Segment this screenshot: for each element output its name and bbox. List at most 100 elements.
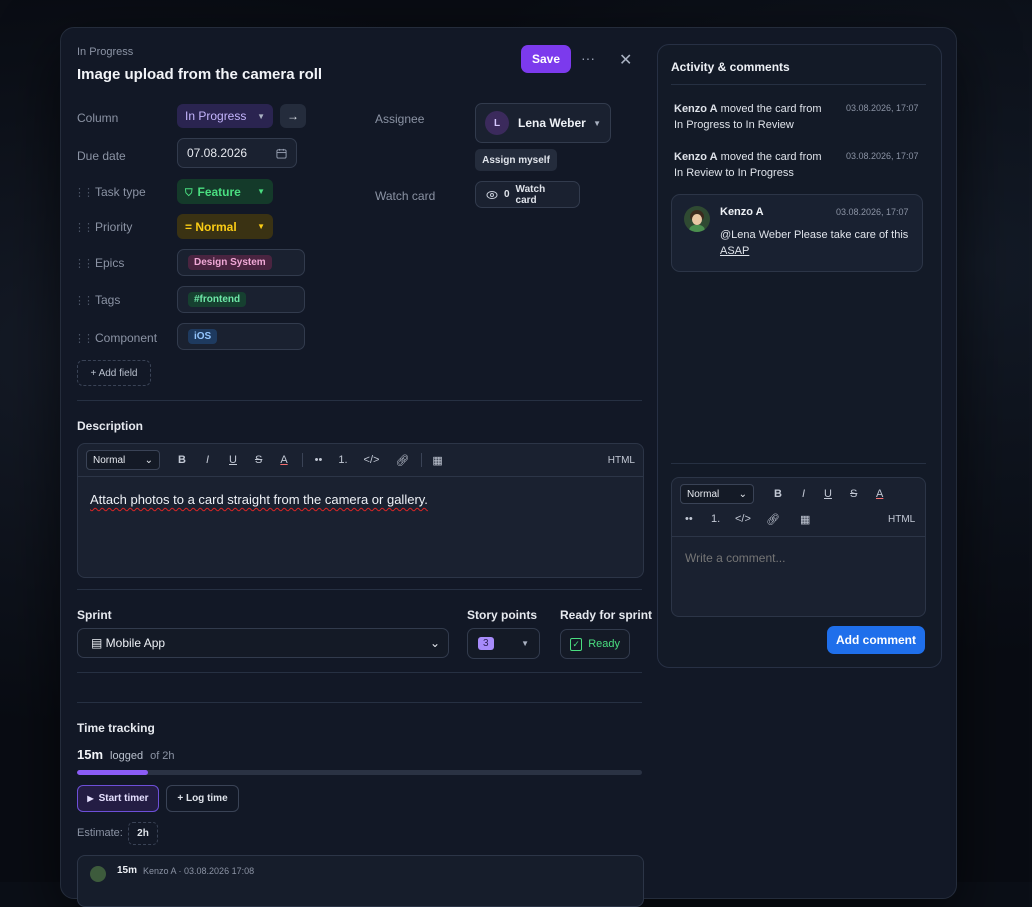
drag-handle-icon[interactable]: ⋮⋮ [74, 295, 94, 307]
priority-label: ⋮⋮ Priority [74, 220, 133, 234]
drag-handle-icon[interactable]: ⋮⋮ [74, 187, 94, 199]
italic-icon[interactable]: I [802, 488, 805, 500]
component-field[interactable]: iOS [177, 323, 305, 350]
html-toggle[interactable]: HTML [608, 455, 635, 466]
assign-myself-button[interactable]: Assign myself [475, 149, 557, 171]
underline-icon[interactable]: U [229, 454, 237, 466]
watch-card-button[interactable]: 0 Watch card [475, 181, 580, 208]
column-label: Column [77, 111, 119, 125]
code-icon[interactable]: </> [735, 513, 751, 525]
time-tracking-title: Time tracking [77, 721, 155, 735]
task-type-select[interactable]: ⛉ Feature ▼ [177, 179, 273, 204]
chevron-down-icon: ▼ [593, 118, 601, 128]
code-icon[interactable]: </> [364, 454, 380, 466]
component-chip[interactable]: iOS [188, 329, 218, 344]
time-logged-summary: 15m logged of 2h [77, 747, 175, 762]
epics-field[interactable]: Design System [177, 249, 305, 276]
component-label: ⋮⋮ Component [74, 331, 158, 345]
link-icon[interactable]: 🔗︎ [766, 513, 780, 526]
strikethrough-icon[interactable]: S [255, 454, 262, 466]
task-type-value: Feature [197, 184, 241, 199]
comment-editor: Normal ⌄ B I U S A •• 1. </> 🔗︎ ▦ HTML [671, 477, 926, 617]
add-field-button[interactable]: + Add field [77, 360, 151, 386]
estimate-label: Estimate: [77, 827, 123, 839]
comment-card: Kenzo A 03.08.2026, 17:07 @Lena Weber Pl… [671, 194, 923, 272]
table-icon[interactable]: ▦ [800, 513, 810, 526]
bullet-list-icon[interactable]: •• [315, 454, 323, 466]
comment-body: @Lena Weber Please take care of this ASA… [720, 229, 909, 257]
time-entry-row: 15m Kenzo A · 03.08.2026 17:08 [77, 855, 644, 907]
bold-icon[interactable]: B [178, 454, 186, 466]
format-select[interactable]: Normal ⌄ [680, 484, 754, 504]
save-button[interactable]: Save [521, 45, 571, 73]
divider [671, 84, 926, 85]
move-next-button[interactable]: → [280, 104, 306, 128]
bold-icon[interactable]: B [774, 488, 782, 500]
activity-date: 03.08.2026, 17:07 [846, 151, 919, 161]
eye-icon [486, 190, 498, 199]
start-timer-button[interactable]: ▶ Start timer [77, 785, 159, 812]
entry-meta: Kenzo A · 03.08.2026 17:08 [143, 866, 255, 876]
play-icon: ▶ [87, 794, 94, 803]
time-progress-fill [77, 770, 148, 775]
story-points-select[interactable]: 3 ▼ [467, 628, 540, 659]
divider [77, 702, 642, 703]
chevron-down-icon: ▼ [257, 187, 265, 196]
story-points-value: 3 [478, 637, 494, 650]
sprint-value: ▤ Mobile App [91, 636, 166, 650]
close-icon[interactable]: ✕ [619, 50, 632, 70]
comment-link[interactable]: ASAP [720, 245, 749, 257]
comment-input[interactable] [672, 537, 925, 616]
watch-label: Watch card [375, 189, 436, 203]
chevron-down-icon: ▼ [257, 111, 265, 121]
activity-item: Kenzo A moved the card from In Review to … [674, 151, 822, 179]
tag-chip[interactable]: #frontend [188, 292, 247, 307]
description-text[interactable]: Attach photos to a card straight from th… [78, 477, 643, 522]
assignee-name: Lena Weber [518, 116, 586, 130]
task-type-label: ⋮⋮ Task type [74, 185, 146, 199]
bullet-list-icon[interactable]: •• [685, 513, 693, 525]
column-value: In Progress [185, 109, 247, 123]
drag-handle-icon[interactable]: ⋮⋮ [74, 222, 94, 234]
italic-icon[interactable]: I [206, 454, 209, 466]
underline-icon[interactable]: U [824, 488, 832, 500]
text-color-icon[interactable]: A [876, 488, 883, 500]
divider [77, 400, 642, 401]
more-options-icon[interactable]: ··· [581, 50, 595, 66]
table-icon[interactable]: ▦ [432, 454, 442, 467]
assignee-select[interactable]: L Lena Weber ▼ [475, 103, 611, 143]
chevron-down-icon: ⌄ [429, 636, 440, 650]
epic-tag[interactable]: Design System [188, 255, 272, 270]
chevron-down-icon: ⌄ [144, 454, 153, 466]
drag-handle-icon[interactable]: ⋮⋮ [74, 258, 94, 270]
activity-date: 03.08.2026, 17:07 [846, 103, 919, 113]
comment-date: 03.08.2026, 17:07 [836, 207, 909, 217]
logged-total: of 2h [150, 750, 175, 762]
numbered-list-icon[interactable]: 1. [711, 513, 720, 525]
text-color-icon[interactable]: A [280, 454, 287, 466]
sprint-select[interactable]: ▤ Mobile App ⌄ [77, 628, 449, 658]
drag-handle-icon[interactable]: ⋮⋮ [74, 333, 94, 345]
add-comment-button[interactable]: Add comment [827, 626, 925, 654]
format-select[interactable]: Normal ⌄ [86, 450, 160, 470]
tags-field[interactable]: #frontend [177, 286, 305, 313]
avatar [684, 206, 710, 232]
ready-value: Ready [588, 638, 620, 650]
link-icon[interactable]: 🔗︎ [395, 454, 409, 467]
numbered-list-icon[interactable]: 1. [338, 454, 347, 466]
card-title[interactable]: Image upload from the camera roll [77, 66, 322, 83]
column-select[interactable]: In Progress ▼ [177, 104, 273, 128]
strikethrough-icon[interactable]: S [850, 488, 857, 500]
calendar-icon[interactable] [276, 148, 287, 159]
html-toggle[interactable]: HTML [888, 514, 915, 525]
log-time-button[interactable]: + Log time [166, 785, 239, 812]
card-modal: In Progress Image upload from the camera… [60, 27, 957, 907]
divider [77, 589, 642, 590]
ready-checkbox[interactable]: ✓ Ready [560, 629, 630, 659]
epics-label: ⋮⋮ Epics [74, 256, 125, 270]
sprint-label: Sprint [77, 608, 112, 622]
due-date-input[interactable]: 07.08.2026 [177, 138, 297, 168]
activity-panel: Activity & comments Kenzo A moved the ca… [657, 44, 942, 668]
estimate-value[interactable]: 2h [128, 822, 158, 845]
priority-select[interactable]: = Normal ▼ [177, 214, 273, 239]
